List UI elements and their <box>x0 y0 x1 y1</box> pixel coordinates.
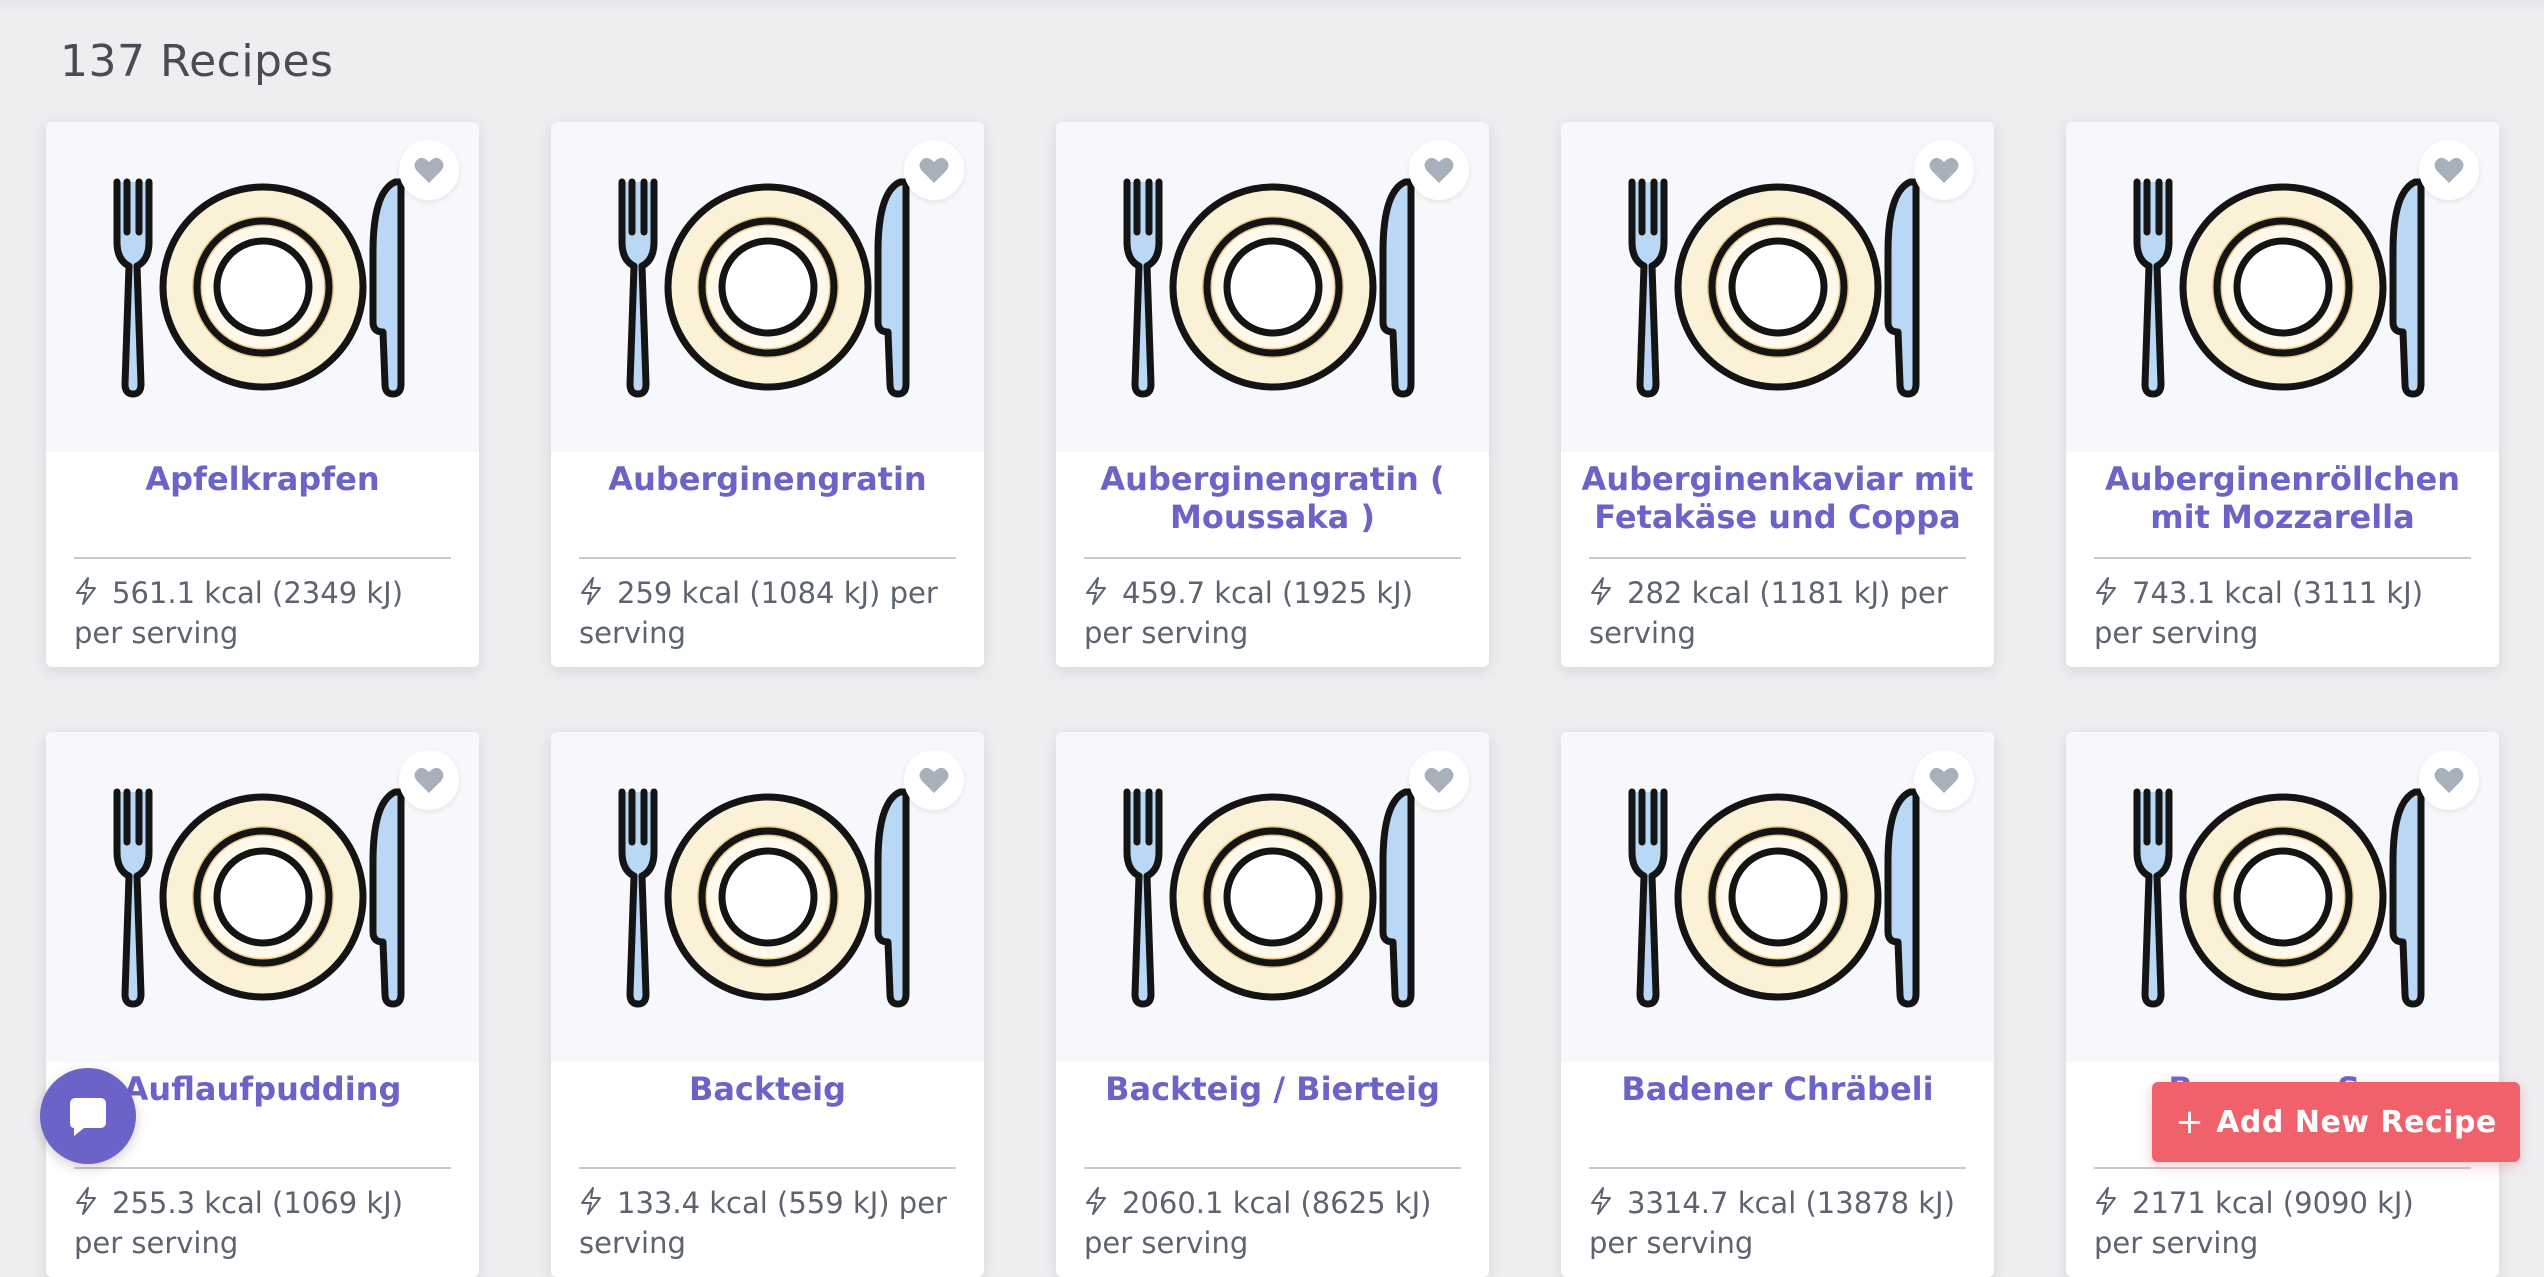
calories-text: 2060.1 kcal (8625 kJ) per serving <box>1084 1186 1432 1260</box>
recipe-calories: 259 kcal (1084 kJ) per serving <box>551 559 984 653</box>
recipe-title[interactable]: Auberginenkaviar mit Fetakäse und Coppa <box>1561 452 1994 557</box>
recipe-title[interactable]: Auberginengratin <box>551 452 984 557</box>
heart-icon <box>919 157 949 183</box>
bolt-icon <box>76 1187 96 1215</box>
heart-icon <box>919 767 949 793</box>
recipe-title[interactable]: Backteig / Bierteig <box>1056 1062 1489 1167</box>
plate-cutlery-icon <box>2133 788 2424 1008</box>
heart-icon <box>1424 767 1454 793</box>
calories-text: 459.7 kcal (1925 kJ) per serving <box>1084 576 1414 650</box>
favorite-button[interactable] <box>1914 140 1974 200</box>
plate-cutlery-icon <box>618 788 909 1008</box>
recipe-calories: 561.1 kcal (2349 kJ) per serving <box>46 559 479 653</box>
bolt-icon <box>581 1187 601 1215</box>
recipe-image <box>2066 122 2499 452</box>
bolt-icon <box>1591 577 1611 605</box>
calories-text: 3314.7 kcal (13878 kJ) per serving <box>1589 1186 1955 1260</box>
recipe-image <box>1056 732 1489 1062</box>
heart-icon <box>1929 157 1959 183</box>
recipe-image <box>46 122 479 452</box>
recipe-title[interactable]: Badener Chräbeli <box>1561 1062 1994 1167</box>
recipe-calories: 255.3 kcal (1069 kJ) per serving <box>46 1169 479 1263</box>
recipe-title[interactable]: Backteig <box>551 1062 984 1167</box>
bolt-icon <box>1591 1187 1611 1215</box>
recipe-card[interactable]: Backteig 133.4 kcal (559 kJ) per serving <box>551 732 984 1277</box>
recipe-card[interactable]: Auberginengratin 259 kcal (1084 kJ) per … <box>551 122 984 667</box>
plate-cutlery-icon <box>113 788 404 1008</box>
calories-text: 561.1 kcal (2349 kJ) per serving <box>74 576 404 650</box>
recipe-card[interactable]: Apfelkrapfen 561.1 kcal (2349 kJ) per se… <box>46 122 479 667</box>
recipe-calories: 2060.1 kcal (8625 kJ) per serving <box>1056 1169 1489 1263</box>
plus-icon: + <box>2175 1102 2205 1142</box>
recipe-card[interactable]: Auberginengratin ( Moussaka ) 459.7 kcal… <box>1056 122 1489 667</box>
recipe-card[interactable]: Badener Chräbeli 3314.7 kcal (13878 kJ) … <box>1561 732 1994 1277</box>
add-recipe-label: Add New Recipe <box>2216 1104 2497 1140</box>
plate-cutlery-icon <box>1123 788 1414 1008</box>
bolt-icon <box>1086 577 1106 605</box>
favorite-button[interactable] <box>399 750 459 810</box>
recipe-card[interactable]: Auberginenröllchen mit Mozzarella 743.1 … <box>2066 122 2499 667</box>
heart-icon <box>2434 767 2464 793</box>
add-recipe-button[interactable]: + Add New Recipe <box>2152 1082 2520 1162</box>
recipe-title[interactable]: Apfelkrapfen <box>46 452 479 557</box>
calories-text: 743.1 kcal (3111 kJ) per serving <box>2094 576 2424 650</box>
recipe-card[interactable]: Auberginenkaviar mit Fetakäse und Coppa … <box>1561 122 1994 667</box>
chat-icon <box>70 1098 106 1136</box>
recipe-image <box>46 732 479 1062</box>
heart-icon <box>414 767 444 793</box>
bolt-icon <box>2096 1187 2116 1215</box>
calories-text: 133.4 kcal (559 kJ) per serving <box>579 1186 947 1260</box>
plate-cutlery-icon <box>1628 178 1919 398</box>
recipe-calories: 2171 kcal (9090 kJ) per serving <box>2066 1169 2499 1263</box>
recipe-card[interactable]: Bananen S... 2171 kcal (9090 kJ) per ser… <box>2066 732 2499 1277</box>
favorite-button[interactable] <box>1409 140 1469 200</box>
plate-cutlery-icon <box>2133 178 2424 398</box>
page-title: 137 Recipes <box>60 36 334 87</box>
favorite-button[interactable] <box>1914 750 1974 810</box>
recipe-card[interactable]: Auflaufpudding 255.3 kcal (1069 kJ) per … <box>46 732 479 1277</box>
favorite-button[interactable] <box>399 140 459 200</box>
heart-icon <box>1929 767 1959 793</box>
favorite-button[interactable] <box>2419 750 2479 810</box>
recipe-image <box>1561 732 1994 1062</box>
recipe-image <box>1056 122 1489 452</box>
plate-cutlery-icon <box>113 178 404 398</box>
recipe-calories: 459.7 kcal (1925 kJ) per serving <box>1056 559 1489 653</box>
recipe-title[interactable]: Auberginenröllchen mit Mozzarella <box>2066 452 2499 557</box>
bolt-icon <box>581 577 601 605</box>
recipe-image <box>2066 732 2499 1062</box>
top-shadow <box>0 0 2544 12</box>
recipe-image <box>551 122 984 452</box>
calories-text: 255.3 kcal (1069 kJ) per serving <box>74 1186 404 1260</box>
plate-cutlery-icon <box>1123 178 1414 398</box>
recipe-calories: 743.1 kcal (3111 kJ) per serving <box>2066 559 2499 653</box>
favorite-button[interactable] <box>904 750 964 810</box>
recipe-image <box>551 732 984 1062</box>
recipe-title[interactable]: Auberginengratin ( Moussaka ) <box>1056 452 1489 557</box>
calories-text: 2171 kcal (9090 kJ) per serving <box>2094 1186 2414 1260</box>
bolt-icon <box>2096 577 2116 605</box>
favorite-button[interactable] <box>904 140 964 200</box>
heart-icon <box>2434 157 2464 183</box>
plate-cutlery-icon <box>618 178 909 398</box>
heart-icon <box>414 157 444 183</box>
calories-text: 282 kcal (1181 kJ) per serving <box>1589 576 1948 650</box>
favorite-button[interactable] <box>2419 140 2479 200</box>
heart-icon <box>1424 157 1454 183</box>
plate-cutlery-icon <box>1628 788 1919 1008</box>
calories-text: 259 kcal (1084 kJ) per serving <box>579 576 938 650</box>
recipe-image <box>1561 122 1994 452</box>
bolt-icon <box>76 577 96 605</box>
bolt-icon <box>1086 1187 1106 1215</box>
recipe-calories: 3314.7 kcal (13878 kJ) per serving <box>1561 1169 1994 1263</box>
favorite-button[interactable] <box>1409 750 1469 810</box>
recipe-grid: Apfelkrapfen 561.1 kcal (2349 kJ) per se… <box>46 122 2499 1277</box>
recipe-calories: 282 kcal (1181 kJ) per serving <box>1561 559 1994 653</box>
recipe-card[interactable]: Backteig / Bierteig 2060.1 kcal (8625 kJ… <box>1056 732 1489 1277</box>
recipe-calories: 133.4 kcal (559 kJ) per serving <box>551 1169 984 1263</box>
chat-button[interactable] <box>40 1068 136 1164</box>
